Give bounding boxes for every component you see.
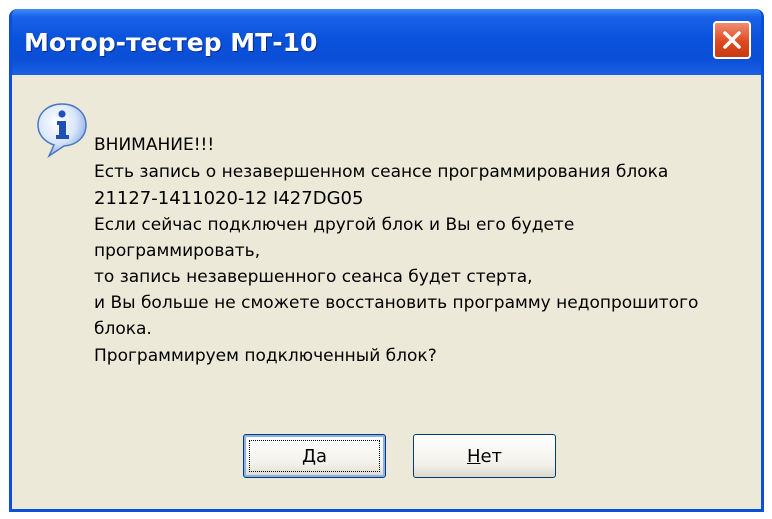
close-button[interactable]: [713, 21, 751, 59]
message-block-id: 21127-1411020-12 I427DG05: [94, 188, 364, 209]
message-line: то запись незавершенного сеанса будет ст…: [94, 267, 533, 287]
no-mnemonic: Н: [466, 445, 481, 467]
message-line: программировать,: [94, 241, 261, 261]
message-line: блока.: [94, 319, 152, 339]
info-icon: [37, 103, 87, 158]
no-label-rest: ет: [480, 445, 503, 467]
message-line: Если сейчас подключен другой блок и Вы е…: [94, 215, 575, 235]
no-button[interactable]: Нет: [413, 434, 556, 478]
title-bar[interactable]: Мотор-тестер МТ-10: [12, 9, 761, 75]
yes-button[interactable]: Да: [243, 434, 386, 478]
message-line: и Вы больше не сможете восстановить прог…: [94, 293, 699, 313]
message-line: Есть запись о незавершенном сеансе прогр…: [94, 162, 669, 182]
focus-rectangle: [249, 440, 380, 472]
window-title: Мотор-тестер МТ-10: [24, 28, 318, 57]
message-question: Программируем подключенный блок?: [94, 346, 437, 366]
no-button-label: Нет: [467, 446, 502, 467]
dialog-window: Мотор-тестер МТ-10 ВНИМАНИЕ!!! Есть запи…: [9, 9, 764, 512]
close-icon: [723, 31, 741, 49]
message-warning-line: ВНИМАНИЕ!!!: [94, 135, 215, 155]
